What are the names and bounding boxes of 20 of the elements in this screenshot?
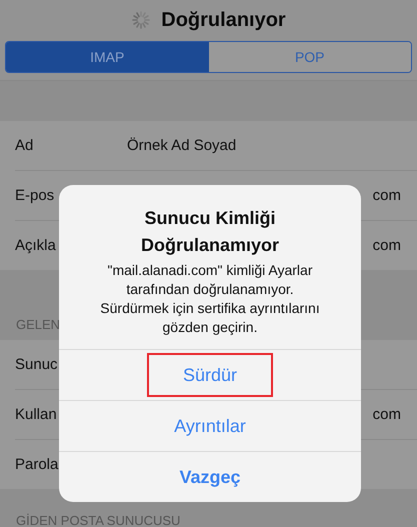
row-label: Parola	[15, 456, 60, 473]
alert-button[interactable]: Sürdür	[146, 353, 274, 397]
section-header: GELEN	[16, 317, 60, 332]
segment-tab[interactable]: POP	[208, 42, 411, 72]
row-value: com	[372, 406, 401, 423]
segment-tab[interactable]: IMAP	[6, 42, 208, 72]
row-label: Açıkla	[15, 237, 57, 254]
row-value: com	[372, 237, 401, 254]
row-value: com	[372, 187, 401, 204]
alert-button[interactable]: Ayrıntılar	[142, 404, 278, 448]
row-label: Kullan	[15, 406, 58, 423]
alert-message: "mail.alanadi.com" kimliği Ayarlar tarafından doğrulanamıyor. Sürdürmek için sertifika ayrıntılarını gözden geçirin.	[99, 261, 321, 337]
row-value: Örnek Ad Soyad	[127, 137, 236, 154]
section-header: GİDEN POSTA SUNUCUSU	[16, 513, 180, 527]
alert-button[interactable]: Vazgeç	[147, 455, 273, 499]
nav-title: Doğrulanıyor	[161, 8, 286, 32]
row-label: Ad	[15, 137, 34, 154]
alert-title: Sunucu Kimliği Doğrulanamıyor	[140, 207, 280, 257]
row-label: E-pos	[15, 187, 56, 204]
row-label: Sunuc	[15, 356, 59, 373]
